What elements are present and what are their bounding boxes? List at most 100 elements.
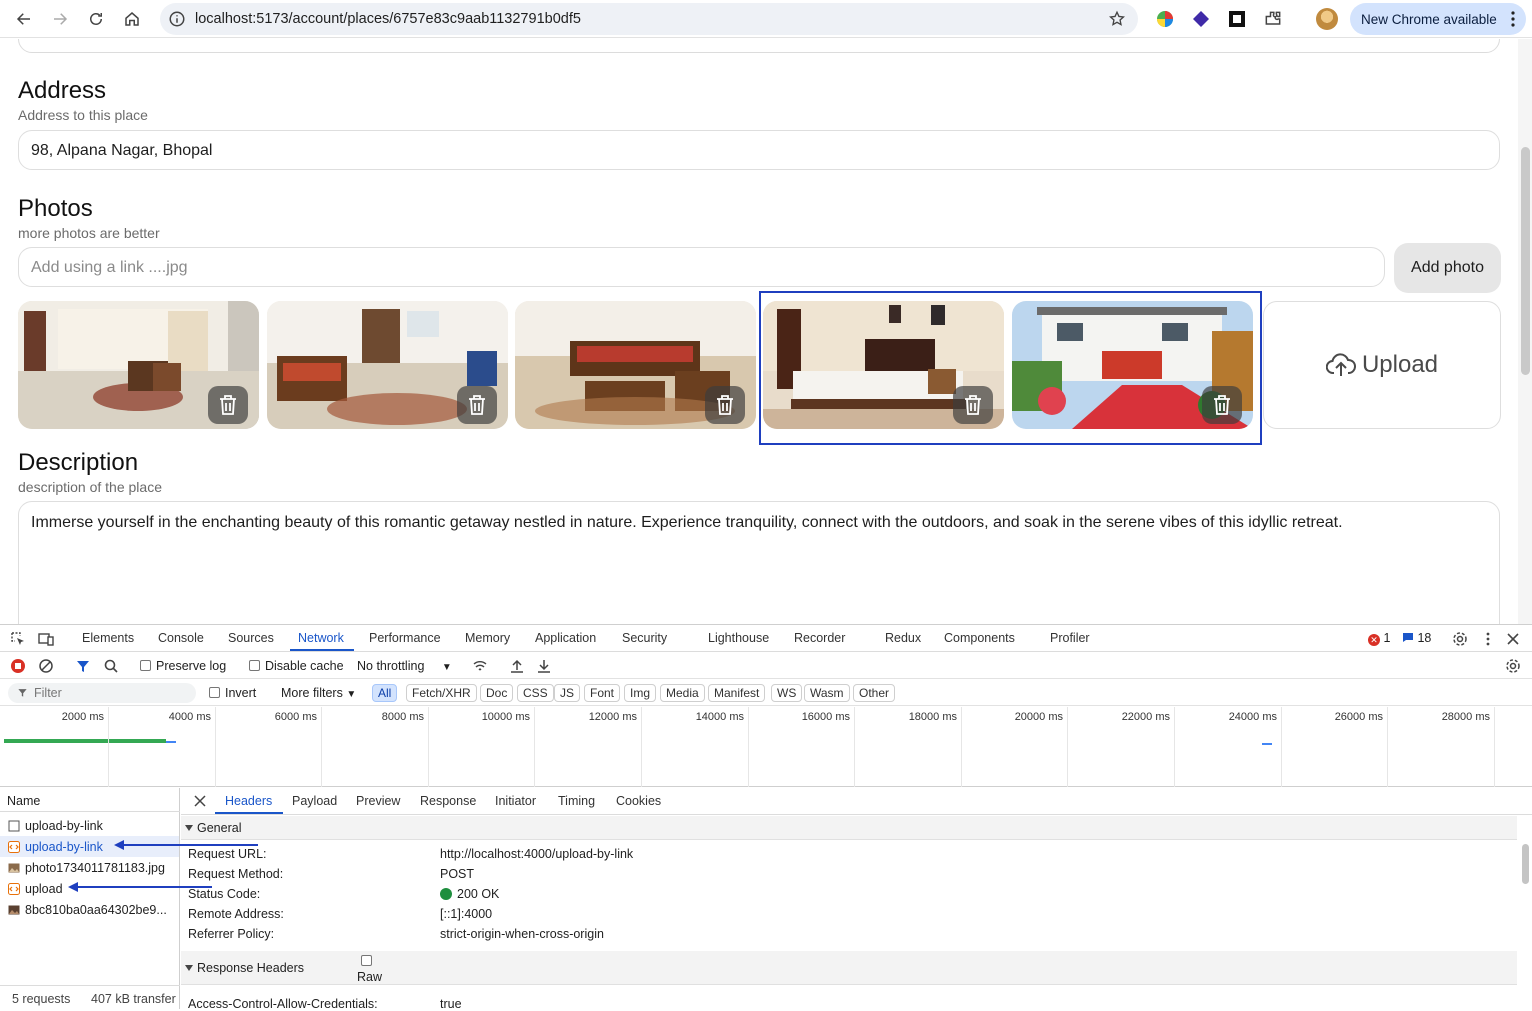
tab-elements[interactable]: Elements: [82, 631, 134, 645]
error-count-badge[interactable]: ✕ 1: [1368, 631, 1390, 646]
filter-bar: Filter Invert More filters ▼ All Fetch/X…: [0, 680, 1532, 706]
details-tab-initiator[interactable]: Initiator: [495, 794, 536, 808]
raw-checkbox[interactable]: [361, 955, 372, 966]
page-scrollbar-thumb[interactable]: [1521, 147, 1530, 375]
extensions-puzzle-icon[interactable]: [1263, 9, 1283, 29]
photo-link-input[interactable]: Add using a link ....jpg: [18, 247, 1385, 287]
timeline-request-bar: [4, 739, 166, 743]
request-row[interactable]: 8bc810ba0aa64302be9...: [0, 899, 179, 920]
export-har-icon[interactable]: [536, 658, 552, 674]
message-count-badge[interactable]: 18: [1402, 631, 1431, 645]
request-name: upload: [25, 882, 63, 896]
network-settings-icon[interactable]: [1505, 658, 1521, 674]
general-section-header[interactable]: General: [181, 816, 1517, 840]
address-input[interactable]: 98, Alpana Nagar, Bhopal: [18, 130, 1500, 170]
url-text[interactable]: localhost:5173/account/places/6757e83c9a…: [195, 11, 581, 27]
delete-photo-button[interactable]: [457, 386, 497, 424]
request-list-header[interactable]: Name: [0, 788, 180, 812]
filter-chip-js[interactable]: JS: [554, 684, 581, 702]
details-tab-response[interactable]: Response: [420, 794, 476, 808]
throttling-select[interactable]: No throttling ▼: [357, 659, 452, 673]
filter-chip-other[interactable]: Other: [853, 684, 896, 702]
import-har-icon[interactable]: [509, 658, 525, 674]
close-details-icon[interactable]: [194, 795, 206, 807]
site-info-icon[interactable]: [168, 10, 186, 28]
add-photo-button[interactable]: Add photo: [1394, 243, 1501, 293]
more-options-icon[interactable]: [1480, 631, 1496, 647]
filter-chip-ws[interactable]: WS: [771, 684, 803, 702]
tab-performance[interactable]: Performance: [369, 631, 441, 645]
clear-icon[interactable]: [38, 658, 54, 674]
inspect-element-icon[interactable]: [10, 631, 26, 647]
filter-chip-manifest[interactable]: Manifest: [708, 684, 766, 702]
color-picker-extension-icon[interactable]: [1155, 9, 1175, 29]
details-tab-timing[interactable]: Timing: [558, 794, 595, 808]
home-button[interactable]: [120, 7, 144, 31]
details-tab-cookies[interactable]: Cookies: [616, 794, 661, 808]
device-toolbar-icon[interactable]: [38, 631, 54, 647]
page-scrollbar[interactable]: [1518, 39, 1532, 624]
chrome-update-button[interactable]: New Chrome available: [1350, 3, 1526, 35]
record-stop-icon[interactable]: [10, 658, 26, 674]
photo-thumbnail: [18, 301, 259, 429]
filter-chip-css[interactable]: CSS: [517, 684, 554, 702]
request-row[interactable]: photo1734011781183.jpg: [0, 857, 179, 878]
description-textarea[interactable]: Immerse yourself in the enchanting beaut…: [18, 501, 1500, 624]
filter-funnel-icon[interactable]: [75, 658, 91, 674]
search-icon[interactable]: [103, 658, 119, 674]
filter-chip-doc[interactable]: Doc: [480, 684, 514, 702]
network-conditions-icon[interactable]: [472, 658, 488, 674]
filter-chip-all[interactable]: All: [372, 684, 398, 702]
image-file-icon: [8, 863, 20, 873]
profile-avatar[interactable]: [1316, 8, 1338, 30]
disable-cache-toggle[interactable]: Disable cache: [249, 659, 344, 673]
transfer-size: 407 kB transfer: [91, 992, 176, 1006]
preserve-log-toggle[interactable]: Preserve log: [140, 659, 226, 673]
tab-components[interactable]: Components: [944, 631, 1015, 645]
details-tab-payload[interactable]: Payload: [292, 794, 337, 808]
devtools-tabbar: Elements Console Sources Network Perform…: [0, 625, 1532, 652]
details-tab-preview[interactable]: Preview: [356, 794, 400, 808]
delete-photo-button[interactable]: [705, 386, 745, 424]
previous-field[interactable]: [18, 39, 1500, 53]
filter-chip-media[interactable]: Media: [660, 684, 705, 702]
delete-photo-button[interactable]: [208, 386, 248, 424]
details-scrollbar[interactable]: [1520, 816, 1530, 1009]
tab-security[interactable]: Security: [622, 631, 667, 645]
filter-chip-fetch-xhr[interactable]: Fetch/XHR: [406, 684, 477, 702]
address-bar[interactable]: localhost:5173/account/places/6757e83c9a…: [160, 3, 1138, 35]
upload-photo-button[interactable]: Upload: [1263, 301, 1501, 429]
tab-application[interactable]: Application: [535, 631, 596, 645]
reload-button[interactable]: [84, 7, 108, 31]
frame-extension-icon[interactable]: [1227, 9, 1247, 29]
request-row[interactable]: upload-by-link: [0, 815, 179, 836]
close-devtools-icon[interactable]: [1505, 631, 1521, 647]
settings-gear-icon[interactable]: [1452, 631, 1468, 647]
tab-sources[interactable]: Sources: [228, 631, 274, 645]
invert-checkbox[interactable]: [209, 687, 220, 698]
tab-network[interactable]: Network: [298, 631, 344, 645]
response-headers-section-header[interactable]: Response Headers Raw: [181, 951, 1517, 985]
tab-memory[interactable]: Memory: [465, 631, 510, 645]
tab-lighthouse[interactable]: Lighthouse: [708, 631, 769, 645]
filter-chip-img[interactable]: Img: [624, 684, 657, 702]
tab-recorder[interactable]: Recorder: [794, 631, 845, 645]
more-filters-dropdown[interactable]: More filters ▼: [281, 686, 356, 700]
tab-console[interactable]: Console: [158, 631, 204, 645]
layers-extension-icon[interactable]: [1191, 9, 1211, 29]
filter-chip-wasm[interactable]: Wasm: [804, 684, 850, 702]
tab-profiler[interactable]: Profiler: [1050, 631, 1090, 645]
network-timeline-overview[interactable]: 2000 ms 4000 ms 6000 ms 8000 ms 10000 ms 1200…: [0, 707, 1532, 787]
invert-toggle[interactable]: Invert: [209, 686, 256, 700]
details-scrollbar-thumb[interactable]: [1522, 844, 1529, 884]
disable-cache-checkbox[interactable]: [249, 660, 260, 671]
forward-button[interactable]: [48, 7, 72, 31]
preserve-log-checkbox[interactable]: [140, 660, 151, 671]
details-tab-headers[interactable]: Headers: [225, 794, 272, 808]
back-button[interactable]: [12, 7, 36, 31]
filter-input[interactable]: Filter: [8, 683, 196, 703]
bookmark-star-icon[interactable]: [1108, 10, 1126, 28]
tab-redux[interactable]: Redux: [885, 631, 921, 645]
filter-chip-font[interactable]: Font: [584, 684, 621, 702]
timeline-tick-label: 26000 ms: [1334, 711, 1383, 723]
